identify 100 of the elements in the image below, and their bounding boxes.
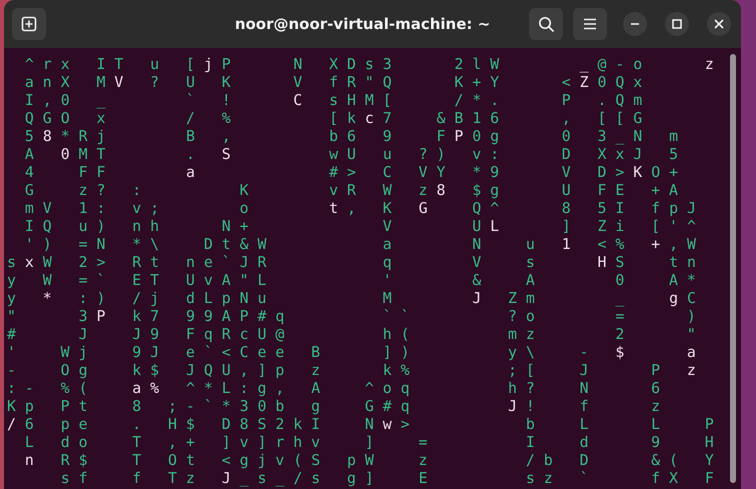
matrix-text: C [686, 289, 696, 307]
matrix-head-char: $ [615, 343, 624, 361]
matrix-text: 0 Q x [598, 73, 642, 91]
matrix-text: ^ * L : g , A ^ o q h ? N 6 [186, 379, 660, 397]
matrix-head-char: P [454, 127, 464, 145]
minimize-button[interactable] [623, 12, 647, 36]
matrix-text: s [7, 253, 16, 271]
matrix-head-char: g [669, 289, 678, 307]
matrix-head-char: J [472, 289, 482, 307]
matrix-head-char: t [329, 199, 338, 217]
matrix-head-char: Z [580, 73, 589, 91]
matrix-text: 5 [24, 127, 34, 145]
matrix-text: A [24, 145, 34, 163]
matrix-head-char: _ [580, 55, 589, 73]
matrix-text: 0 g 0 3 _ N m [472, 127, 678, 145]
matrix-text: a n X M [24, 73, 106, 91]
matrix-head-char: C [293, 91, 302, 109]
matrix-text: - O g k $ J Q U , ] p z k % ; [ J P [7, 361, 660, 379]
matrix-head-char: / [7, 415, 16, 433]
matrix-text: @ - o [598, 55, 642, 73]
matrix-text: w U u ? ) v : D X x J 5 [329, 145, 678, 163]
new-tab-icon [21, 16, 37, 32]
matrix-head-char: H [597, 253, 606, 271]
matrix-text: L d o T , + ] v ] r h v ] = I d 9 H [24, 433, 714, 451]
new-tab-button[interactable] [12, 8, 46, 40]
matrix-head-char: J [222, 469, 231, 487]
matrix-text: 6 p e . H $ D 8 S 2 k I N [24, 415, 374, 433]
matrix-text: W 2 > R t n e ` J R q V s [42, 253, 535, 271]
matrix-head-char: n [24, 451, 34, 469]
matrix-text: ] Z i [ ' ^ [562, 217, 696, 235]
matrix-text: Q ^ 8 5 I f p J [472, 199, 696, 217]
matrix-text: ? U K V f R " Q K + Y < [150, 73, 571, 91]
matrix-head-char: 0 [60, 145, 70, 163]
matrix-head-char: * [42, 289, 52, 307]
matrix-head-char: P [96, 307, 106, 325]
matrix-text: K p P t 8 ; - ` * 3 0 b g G # q [7, 397, 410, 415]
matrix-head-char: z [704, 55, 714, 73]
matrix-head-char: + [651, 235, 660, 253]
matrix-text: > b L L P [400, 415, 714, 433]
matrix-text: ' ) = N * \ D t & W a N u [24, 235, 535, 253]
matrix-head-char: j [204, 55, 213, 73]
matrix-head-char: 8 [436, 181, 446, 199]
matrix-head-char: 1 [562, 235, 571, 253]
matrix-head-char: % [150, 379, 160, 397]
matrix-head-char: a [132, 379, 142, 397]
matrix-text: # > C V Y * 9 V D > [329, 163, 624, 181]
matrix-head-char: w [382, 415, 392, 433]
matrix-text: Q G O x / % [ k [24, 109, 356, 127]
matrix-head-char: 8 [42, 127, 52, 145]
matrix-text: ! f z [526, 397, 660, 415]
minimize-icon [630, 23, 640, 25]
matrix-text: s f f T z [60, 469, 195, 487]
matrix-text: G z ? : K v R W z [24, 181, 428, 199]
matrix-text: R $ T O t < g j v ( S p W z / b D & ( Y [60, 451, 714, 469]
window-title: noor@noor-virtual-machine: ~ [234, 15, 492, 33]
scrollbar[interactable] [730, 54, 736, 483]
matrix-text: , W [669, 235, 696, 253]
matrix-text: y [7, 289, 16, 307]
close-button[interactable] [707, 12, 731, 36]
matrix-text: _ s _ / s g ] E s z ` f X F [240, 469, 714, 487]
matrix-text: S t n [615, 253, 696, 271]
matrix-text: P N X D s 3 2 l W [222, 55, 500, 73]
matrix-text: 7 & B 1 6 , [ [ G [382, 109, 642, 127]
matrix-text: k 7 9 9 A P # q ` ` ? o = ) [132, 307, 696, 325]
matrix-head-char: c [364, 109, 374, 127]
matrix-text: ' W j 9 J e ` < C e e B ] ) y \ - [7, 343, 588, 361]
matrix-head-char: S [222, 145, 231, 163]
matrix-text: , K [346, 199, 392, 217]
search-icon [538, 16, 554, 32]
matrix-text: < % [597, 235, 624, 253]
matrix-head-char: z [686, 361, 696, 379]
matrix-text: s H M [ / * . P . Q m [329, 91, 642, 109]
matrix-head-char: G [418, 199, 428, 217]
matrix-text: I , 0 _ ` ! [24, 91, 231, 109]
matrix-text: y W = ` E T U v A " L ' & A 0 A * [7, 271, 696, 289]
matrix-text: : ) / j d L p N u M [78, 289, 392, 307]
matrix-text: * R j B , b 6 9 F [60, 127, 446, 145]
maximize-button[interactable] [665, 12, 689, 36]
close-icon [714, 19, 724, 29]
maximize-icon [672, 19, 682, 29]
matrix-text: I Q u ) n h N + V U [24, 217, 482, 235]
matrix-head-char: J [508, 397, 517, 415]
matrix-text: ^ r x I T u [ [24, 55, 195, 73]
matrix-text: O + [651, 163, 678, 181]
matrix-text: m V 1 : v ; o [24, 199, 249, 217]
matrix-head-char: x [24, 253, 34, 271]
matrix-text: : - % ( [7, 379, 88, 397]
menu-button[interactable] [573, 8, 607, 40]
matrix-head-char: a [186, 163, 195, 181]
menu-icon [583, 18, 597, 30]
matrix-text: Z m _ [508, 289, 624, 307]
search-button[interactable] [529, 8, 563, 40]
matrix-head-char: a [686, 343, 696, 361]
matrix-text: # J J 9 F q R c U @ h ( m z 2 " [7, 325, 696, 343]
matrix-text: $ g U F E + A [472, 181, 678, 199]
matrix-text: " 3 [7, 307, 88, 325]
matrix-head-char: K [633, 163, 642, 181]
matrix-head-char: L [490, 217, 500, 235]
matrix-head-char: V [114, 73, 124, 91]
matrix-text: 4 F F [24, 163, 106, 181]
